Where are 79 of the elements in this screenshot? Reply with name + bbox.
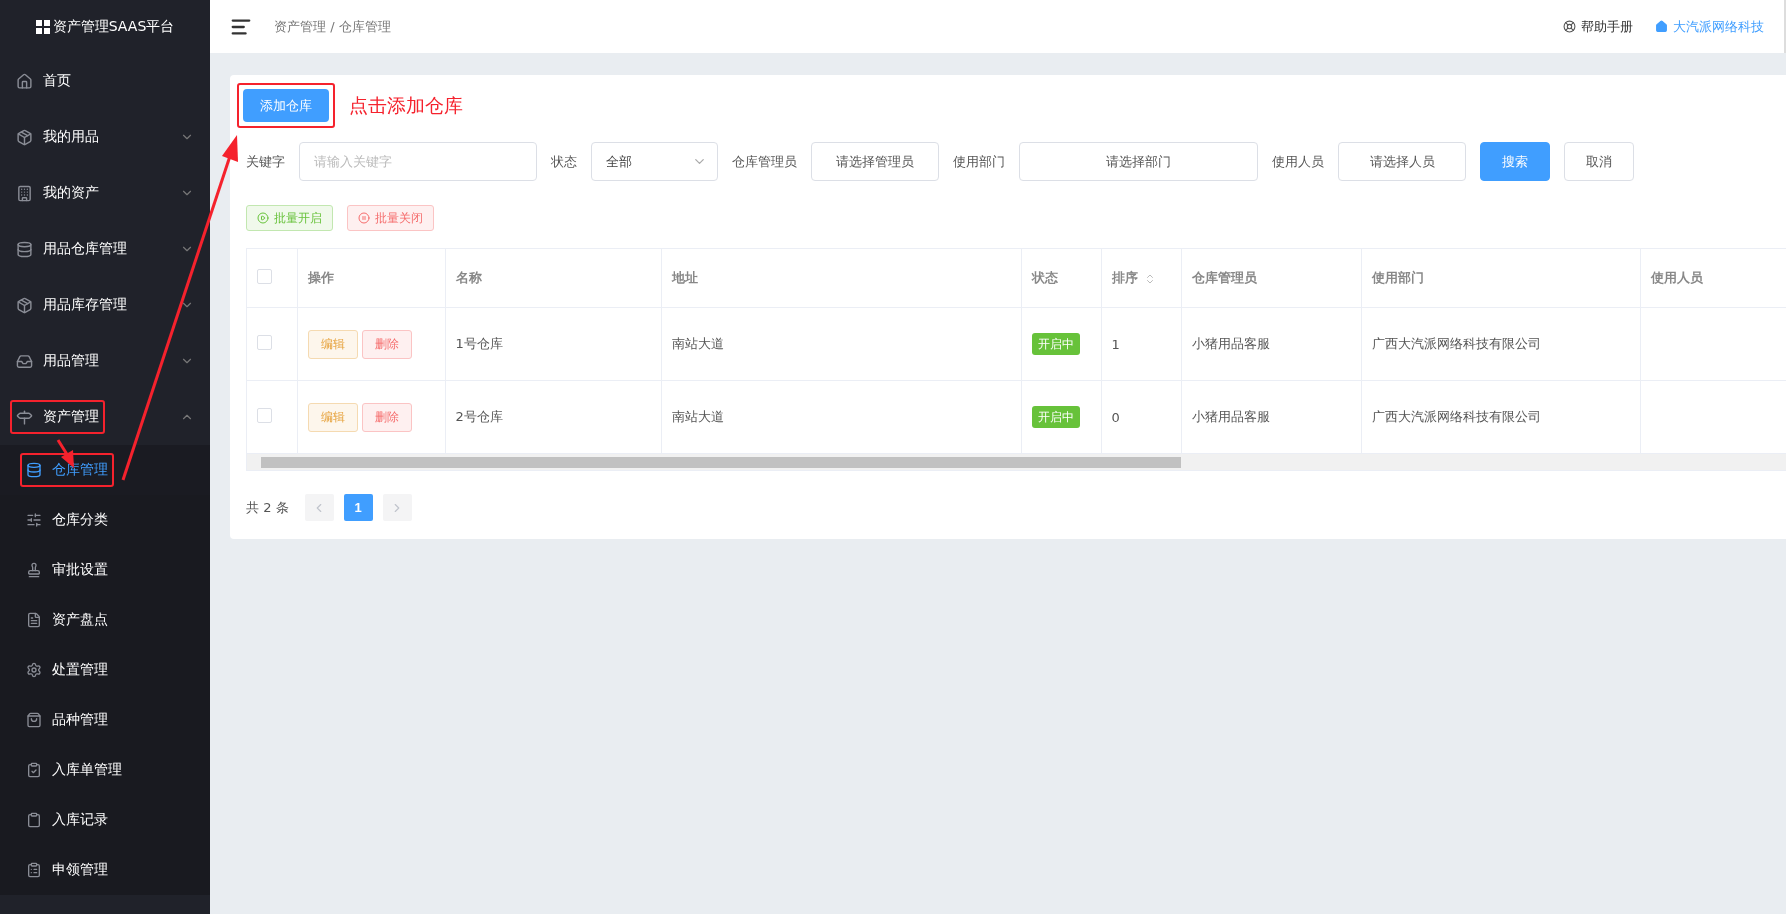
table-cell: 小猪用品客服: [1181, 307, 1361, 381]
prev-page-button[interactable]: [304, 494, 334, 521]
database-icon: [26, 462, 42, 478]
total-count: 共 2 条: [246, 498, 289, 517]
select-all-checkbox[interactable]: [257, 269, 272, 284]
table-cell: 2号仓库: [445, 380, 661, 454]
column-header: 使用部门: [1361, 249, 1640, 308]
submenu-item[interactable]: 品种管理: [0, 695, 210, 745]
column-header: 名称: [445, 249, 661, 308]
column-header: 操作: [297, 249, 445, 308]
picker-field[interactable]: 请选择管理员: [811, 142, 939, 181]
submenu-item[interactable]: 资产盘点: [0, 595, 210, 645]
bag-icon: [26, 712, 42, 728]
keyword-input[interactable]: 请输入关键字: [299, 142, 537, 181]
sidebar-item[interactable]: 首页: [0, 53, 210, 109]
home-icon: [16, 72, 33, 90]
clipboard-list-icon: [26, 862, 42, 878]
table-cell: 0: [1101, 380, 1181, 454]
home-icon: [1655, 20, 1668, 33]
next-page-button[interactable]: [382, 494, 412, 521]
sidebar-item[interactable]: 我的资产: [0, 165, 210, 221]
table-cell: 1号仓库: [445, 307, 661, 381]
gear-icon: [26, 662, 42, 678]
submenu-item[interactable]: 审批设置: [0, 545, 210, 595]
play-icon: [257, 212, 269, 224]
annotation-text: 点击添加仓库: [349, 92, 463, 118]
app-title: 资产管理SAAS平台: [52, 17, 175, 36]
highlight-frame: 仓库管理: [20, 453, 114, 487]
help-link[interactable]: 帮助手册: [1563, 17, 1633, 36]
picker-field[interactable]: 请选择部门: [1019, 142, 1258, 181]
submenu-item[interactable]: 处置管理: [0, 645, 210, 695]
inbox-icon: [16, 352, 33, 370]
document-icon: [26, 612, 42, 628]
sidebar-item[interactable]: 资产管理: [0, 389, 210, 445]
box-icon: [16, 128, 33, 146]
column-header: 状态: [1021, 249, 1101, 308]
help-icon: [1563, 20, 1576, 33]
filter-label: 状态: [551, 152, 577, 171]
table-cell: 1: [1101, 307, 1181, 381]
sidebar-item[interactable]: 用品库存管理: [0, 277, 210, 333]
breadcrumb: 资产管理 / 仓库管理: [274, 17, 391, 36]
cancel-button[interactable]: 取消: [1564, 142, 1634, 181]
table-cell: 广西大汽派网络科技有限公司: [1361, 307, 1640, 381]
column-header: 仓库管理员: [1181, 249, 1361, 308]
sliders-icon: [26, 512, 42, 528]
box-icon: [16, 296, 33, 314]
submenu-item[interactable]: 申领管理: [0, 845, 210, 895]
table-cell: 广西大汽派网络科技有限公司: [1361, 380, 1640, 454]
row-checkbox[interactable]: [257, 335, 272, 350]
picker-field[interactable]: 请选择人员: [1338, 142, 1466, 181]
building-icon: [16, 184, 33, 202]
status-tag: 开启中: [1031, 332, 1080, 355]
column-header: 使用人员: [1640, 249, 1786, 308]
filter-label: 使用部门: [953, 152, 1005, 171]
stamp-icon: [26, 562, 42, 578]
table-cell: 南站大道: [661, 307, 1021, 381]
clipboard-icon: [26, 812, 42, 828]
table-cell: 小猪用品客服: [1181, 380, 1361, 454]
filter-label: 使用人员: [1272, 152, 1324, 171]
status-select[interactable]: 全部: [591, 142, 718, 181]
highlight-frame: 资产管理: [10, 400, 105, 434]
table-cell: 南站大道: [661, 380, 1021, 454]
filter-label: 关键字: [246, 152, 285, 171]
clipboard-check-icon: [26, 762, 42, 778]
sidebar-item[interactable]: 用品仓库管理: [0, 221, 210, 277]
grid-logo-icon: [35, 19, 50, 34]
column-header: 排序: [1101, 249, 1181, 308]
row-checkbox[interactable]: [257, 408, 272, 423]
database-icon: [16, 240, 33, 258]
status-tag: 开启中: [1031, 405, 1080, 428]
column-header: 地址: [661, 249, 1021, 308]
submenu-item[interactable]: 入库记录: [0, 795, 210, 845]
submenu-item[interactable]: 仓库分类: [0, 495, 210, 545]
horizontal-scrollbar[interactable]: [247, 454, 1786, 470]
sidebar-item[interactable]: 用品管理: [0, 333, 210, 389]
submenu-item[interactable]: 入库单管理: [0, 745, 210, 795]
signpost-icon: [16, 408, 33, 426]
filter-label: 仓库管理员: [732, 152, 797, 171]
sidebar-item[interactable]: 我的用品: [0, 109, 210, 165]
